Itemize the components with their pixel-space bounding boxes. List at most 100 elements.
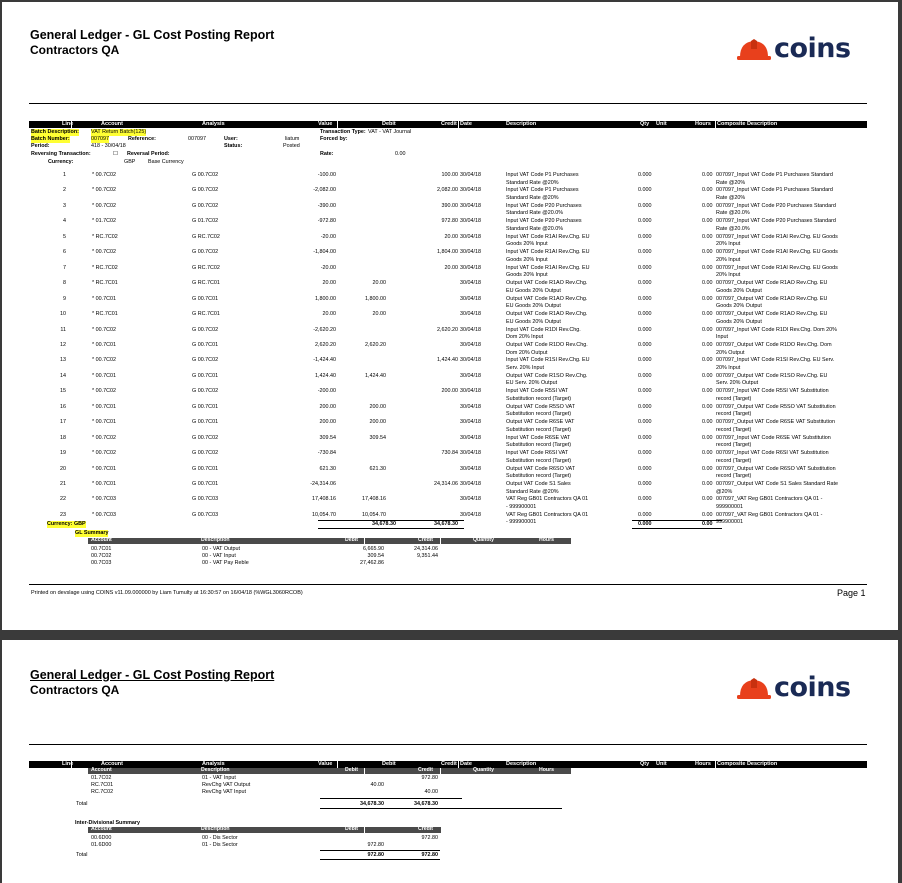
line-analysis: G 01.7C02 xyxy=(192,218,219,225)
line-composite-2: Rate @20% xyxy=(716,195,746,202)
line-account: * 00.7C02 xyxy=(92,326,116,333)
line-qty: 0.000 xyxy=(638,264,652,271)
line-date: 30/04/18 xyxy=(460,311,481,318)
line-desc-1: Output VAT Code R1AO Rev.Chg. xyxy=(506,280,588,287)
line-analysis: G 00.7C02 xyxy=(192,187,219,194)
line-desc-2: Standard Rate @20% xyxy=(506,179,559,186)
line-desc-1: Input VAT Code R1AI Rev.Chg. EU xyxy=(506,249,590,256)
line-desc-2: Serv. 20% Input xyxy=(506,364,544,371)
line-date: 30/04/18 xyxy=(460,202,481,209)
gl-col-quantity: Quantity xyxy=(473,767,495,773)
line-composite-1: 007097_Input VAT Code R1SI Rev.Chg. EU S… xyxy=(716,357,835,364)
line-value: -24,314.06 xyxy=(310,481,336,487)
currency-total-label: Currency: GBP xyxy=(47,521,86,528)
line-value: -100.00 xyxy=(317,172,336,178)
gl-col-hours: Hours xyxy=(539,767,554,773)
logo-wordmark: coins xyxy=(774,33,851,64)
gl-summary-header: Account Description Debit Credit Quantit… xyxy=(88,537,571,544)
line-value: -20.00 xyxy=(320,233,336,240)
line-analysis: G 00.7C02 xyxy=(192,326,219,333)
line-desc-2: EU Goods 20% Output xyxy=(506,318,561,325)
summary-credit: 9,351.44 xyxy=(417,553,438,560)
line-account: * 00.7C01 xyxy=(92,481,116,487)
line-number: 11 xyxy=(60,326,66,333)
line-hours: 0.00 xyxy=(702,481,713,487)
line-desc-2: Substitution record (Target) xyxy=(506,395,572,402)
line-composite-2: Goods 20% Output xyxy=(716,287,762,294)
line-qty: 0.000 xyxy=(638,172,652,178)
line-hours: 0.00 xyxy=(702,264,713,271)
summary-credit: 24,314.06 xyxy=(414,546,438,552)
line-composite-2: Rate @20.0% xyxy=(716,210,750,217)
line-hours: 0.00 xyxy=(702,372,713,379)
ledger-line-row: 10 * RC.7C01 G RC.7C01 20.00 20.00 30/04/18 Ou… xyxy=(2,311,898,326)
summary-account: 00.7C02 xyxy=(91,553,112,560)
line-composite-1: 007097_Input VAT Code P20 Purchases Stan… xyxy=(716,202,836,209)
line-value: 17,408.16 xyxy=(312,496,336,503)
ledger-line-row: 7 * RC.7C02 G RC.7C02 -20.00 20.00 30/04/18 In… xyxy=(2,265,898,280)
line-composite-2: 20% Output xyxy=(716,349,745,356)
line-account: * 00.7C01 xyxy=(92,341,116,348)
line-desc-2: Standard Rate @20% xyxy=(506,488,559,495)
line-account: * 00.7C03 xyxy=(92,511,116,518)
line-value: -1,424.40 xyxy=(313,357,336,364)
summary-credit: 972.80 xyxy=(421,835,439,841)
line-desc-1: Input VAT Code R5SI VAT xyxy=(506,388,569,395)
line-hours: 0.00 xyxy=(702,311,713,318)
line-credit: 1,424.40 xyxy=(437,357,458,364)
line-date: 30/04/18 xyxy=(460,249,481,256)
line-composite-1: 007097_Input VAT Code P20 Purchases Stan… xyxy=(716,218,836,225)
reference-value: 007097 xyxy=(188,136,206,142)
line-date: 30/04/18 xyxy=(460,172,481,178)
col-value: Value xyxy=(318,761,333,767)
hard-hat-icon xyxy=(737,38,771,60)
line-composite-2: Serv. 20% Output xyxy=(716,380,759,387)
line-analysis: G 00.7C02 xyxy=(192,357,219,364)
line-hours: 0.00 xyxy=(702,280,713,287)
line-analysis: G 00.7C03 xyxy=(192,496,219,503)
line-composite-1: 007097_Output VAT Code R1AO Rev.Chg. EU xyxy=(716,280,828,287)
line-credit: 2,620.20 xyxy=(437,326,458,333)
trans-type-label: Transaction Type: xyxy=(320,129,366,135)
rate-label: Rate: xyxy=(320,151,334,157)
line-analysis: G 00.7C01 xyxy=(192,419,219,426)
line-date: 30/04/18 xyxy=(460,341,481,348)
line-number: 8 xyxy=(63,280,66,287)
col-date: Date xyxy=(460,121,472,127)
line-account: * RC.7C02 xyxy=(92,233,118,240)
line-desc-1: Input VAT Code P20 Purchases xyxy=(506,218,582,225)
summary-description: 01 - Dis Sector xyxy=(202,842,238,849)
line-analysis: G 00.7C02 xyxy=(192,388,219,395)
batch-desc-value: VAT Return Batch(125) xyxy=(91,129,147,136)
line-value: -2,082.00 xyxy=(313,187,336,194)
ledger-line-row: 12 * 00.7C01 G 00.7C01 2,620.20 2,620.20 30/0… xyxy=(2,342,898,357)
line-hours: 0.00 xyxy=(702,233,713,240)
line-qty: 0.000 xyxy=(638,357,652,364)
ledger-line-row: 3 * 00.7C02 G 00.7C02 -390.00 390.00 30/04/18… xyxy=(2,203,898,218)
line-desc-2: EU Goods 20% Output xyxy=(506,303,561,310)
line-hours: 0.00 xyxy=(702,511,713,518)
line-date: 30/04/18 xyxy=(460,372,481,379)
line-composite-1: 007097_Output VAT Code R1AO Rev.Chg. EU xyxy=(716,311,828,318)
line-number: 4 xyxy=(63,218,66,225)
line-date: 30/04/18 xyxy=(460,326,481,333)
line-composite-1: 007097_Output VAT Code R6SE VAT Substitu… xyxy=(716,419,835,426)
reversing-checkbox: ☐ xyxy=(113,151,118,157)
col-debit: Debit xyxy=(382,761,396,767)
currency-total-qty: 0.000 xyxy=(638,521,652,527)
line-hours: 0.00 xyxy=(702,357,713,364)
line-debit: 10,054.70 xyxy=(362,511,386,518)
currency-total-hours: 0.00 xyxy=(702,521,713,527)
line-number: 3 xyxy=(63,202,66,209)
gl-col-debit: Debit xyxy=(345,767,358,773)
summary-account: RC.7C02 xyxy=(91,789,114,796)
col-account: Account xyxy=(101,121,123,127)
line-desc-2: EU Serv. 20% Output xyxy=(506,380,558,387)
summary-description: 00 - VAT Pay Reble xyxy=(202,560,249,567)
coins-logo-p2: coins xyxy=(737,672,851,703)
ledger-line-row: 2 * 00.7C02 G 00.7C02 -2,082.00 2,082.00 30/0… xyxy=(2,187,898,202)
gl-total-debit: 34,678.30 xyxy=(360,801,384,807)
col-hours: Hours xyxy=(695,761,711,767)
batch-number-label: Batch Number: xyxy=(31,136,70,143)
line-analysis: G 00.7C01 xyxy=(192,295,219,302)
